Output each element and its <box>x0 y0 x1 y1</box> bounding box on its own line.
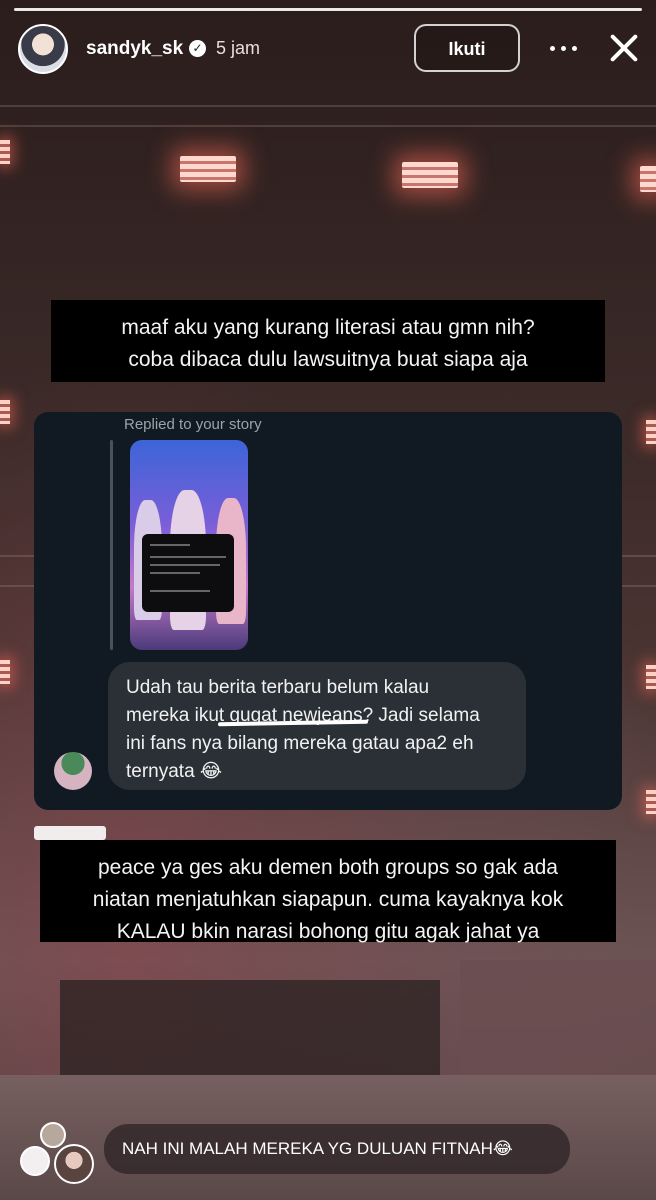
stage-light <box>646 790 656 814</box>
stage-light <box>640 166 656 192</box>
caption-line: coba dibaca dulu lawsuitnya buat siapa a… <box>128 348 528 371</box>
stage-equipment <box>460 960 656 1075</box>
stage-light <box>646 420 656 444</box>
close-icon[interactable] <box>604 28 644 68</box>
message-line: ini fans nya bilang mereka gatau apa2 eh <box>126 733 474 754</box>
caption-line: KALAU bkin narasi bohong gitu agak jahat… <box>116 920 540 943</box>
replied-label: Replied to your story <box>124 416 262 433</box>
embedded-tweet <box>142 534 234 612</box>
comment-bubble[interactable]: NAH INI MALAH MEREKA YG DULUAN FITNAH😂 <box>104 1124 570 1174</box>
username[interactable]: sandyk_sk <box>86 38 183 60</box>
avatar <box>40 1122 66 1148</box>
story-reply-screenshot: Replied to your story Udah tau berita te… <box>34 412 622 810</box>
avatar <box>54 1144 94 1184</box>
caption-line: peace ya ges aku demen both groups so ga… <box>98 856 558 879</box>
sender-avatar <box>54 752 92 790</box>
viewer-avatars[interactable] <box>18 1118 98 1188</box>
stage-light <box>402 162 458 188</box>
stage-light <box>0 660 10 684</box>
story-caption-2: peace ya ges aku demen both groups so ga… <box>40 840 616 943</box>
profile-avatar[interactable] <box>18 24 68 74</box>
verified-badge-icon: ✓ <box>189 40 206 57</box>
stage-screen <box>34 826 106 840</box>
message-line: ternyata 😂 <box>126 761 223 782</box>
stage-truss <box>0 105 656 107</box>
reply-indicator-line <box>110 440 113 650</box>
story-progress-bar <box>14 8 642 11</box>
story-header: sandyk_sk ✓ 5 jam Ikuti <box>0 0 656 100</box>
replied-story-thumbnail <box>130 440 248 650</box>
stage-light <box>180 156 236 182</box>
follow-button[interactable]: Ikuti <box>414 24 520 72</box>
post-time: 5 jam <box>216 38 261 58</box>
stage-light <box>0 400 10 424</box>
stage-light <box>646 665 656 689</box>
reply-message-bubble: Udah tau berita terbaru belum kalau mere… <box>108 662 526 790</box>
caption-line: maaf aku yang kurang literasi atau gmn n… <box>121 316 535 339</box>
stage-light <box>0 140 10 164</box>
caption-line: niatan menjatuhkan siapapun. cuma kayakn… <box>92 888 564 911</box>
more-options-icon[interactable] <box>546 30 582 66</box>
message-line: Udah tau berita terbaru belum kalau <box>126 677 430 698</box>
stage-truss <box>0 125 656 127</box>
story-caption-1: maaf aku yang kurang literasi atau gmn n… <box>51 300 605 382</box>
stage-equipment <box>60 980 440 1075</box>
avatar <box>20 1146 50 1176</box>
message-line: mereka ikut gugat newjeans? Jadi selama <box>126 705 480 726</box>
